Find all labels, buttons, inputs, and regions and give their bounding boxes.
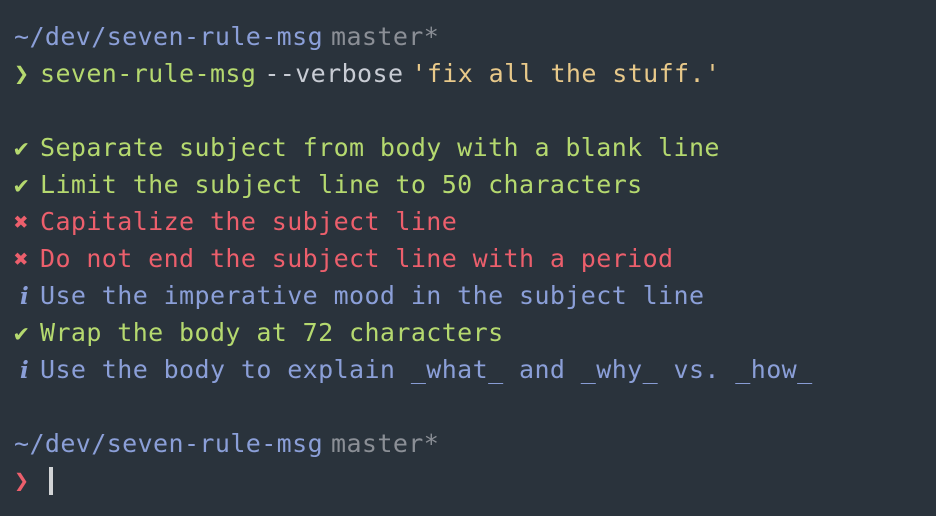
command-flag: --verbose	[264, 59, 404, 88]
command-line[interactable]: ❯ seven-rule-msg --verbose'fix all the stu…	[14, 55, 936, 92]
prompt-input-line[interactable]: ❯	[14, 462, 936, 499]
rule-check-row: i Use the body to explain _what_ and _why…	[14, 351, 936, 388]
rule-check-list: ✔ Separate subject from body with a blank…	[14, 129, 936, 388]
check-icon: ✔	[14, 171, 29, 199]
prompt-chevron-icon-top: ❯	[14, 59, 30, 88]
blank-line-after-command	[14, 92, 936, 129]
terminal-window[interactable]: ~/dev/seven-rule-msg master* ❯ seven-rule-…	[0, 0, 936, 516]
rule-check-label: Wrap the body at 72 characters	[40, 318, 504, 347]
rule-check-label: Capitalize the subject line	[40, 207, 458, 236]
command-argument: 'fix all the stuff.'	[411, 59, 721, 88]
rule-check-label: Separate subject from body with a blank …	[40, 133, 720, 162]
info-icon: i	[20, 283, 30, 310]
rule-check-row: ✖ Capitalize the subject line	[14, 203, 936, 240]
text-cursor	[49, 467, 53, 495]
rule-check-row: ✔ Separate subject from body with a blank…	[14, 129, 936, 166]
cross-icon: ✖	[14, 208, 29, 236]
rule-check-label: Do not end the subject line with a perio…	[40, 244, 674, 273]
info-icon: i	[20, 357, 30, 384]
git-branch-top: master*	[331, 22, 440, 51]
cross-icon: ✖	[14, 245, 29, 273]
rule-check-row: i Use the imperative mood in the subject …	[14, 277, 936, 314]
rule-check-label: Limit the subject line to 50 characters	[40, 170, 643, 199]
check-icon: ✔	[14, 134, 29, 162]
rule-check-label: Use the imperative mood in the subject l…	[40, 281, 705, 310]
rule-check-row: ✖ Do not end the subject line with a peri…	[14, 240, 936, 277]
rule-check-row: ✔ Limit the subject line to 50 characters	[14, 166, 936, 203]
rule-check-row: ✔ Wrap the body at 72 characters	[14, 314, 936, 351]
prompt-line-path-top: ~/dev/seven-rule-msg master*	[14, 18, 936, 55]
prompt-path-bottom: ~/dev/seven-rule-msg	[14, 429, 324, 458]
check-icon: ✔	[14, 319, 29, 347]
command-name: seven-rule-msg	[40, 59, 257, 88]
rule-check-label: Use the body to explain _what_ and _why_…	[40, 355, 813, 384]
prompt-chevron-icon-bottom: ❯	[14, 466, 30, 495]
prompt-path-top: ~/dev/seven-rule-msg	[14, 22, 324, 51]
prompt-line-path-bottom: ~/dev/seven-rule-msg master*	[14, 425, 936, 462]
blank-line-after-results	[14, 388, 936, 425]
git-branch-bottom: master*	[331, 429, 440, 458]
